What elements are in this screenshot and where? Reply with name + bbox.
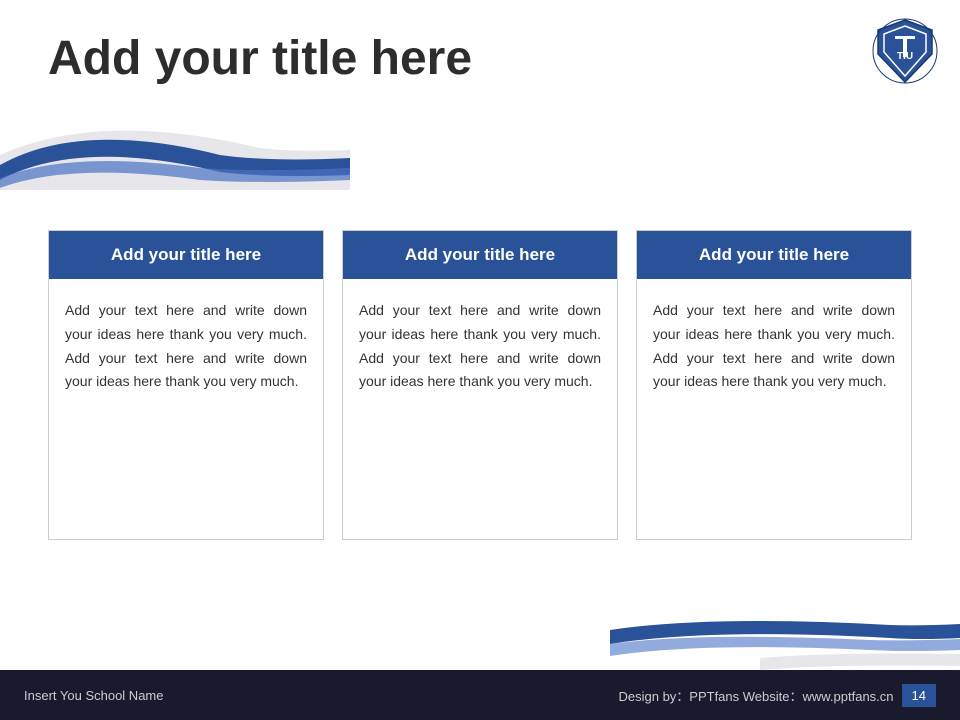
main-title: Add your title here [48, 30, 472, 88]
footer: Insert You School Name Design by：PPTfans… [0, 670, 960, 720]
card-2-body: Add your text here and write down your i… [343, 279, 617, 539]
card-1-header: Add your title here [49, 231, 323, 279]
card-3: Add your title here Add your text here a… [636, 230, 912, 540]
svg-text:TIU: TIU [897, 51, 913, 62]
card-3-body: Add your text here and write down your i… [637, 279, 911, 539]
logo: TIU [870, 16, 940, 86]
card-1: Add your title here Add your text here a… [48, 230, 324, 540]
card-2-header: Add your title here [343, 231, 617, 279]
cards-container: Add your title here Add your text here a… [48, 230, 912, 540]
footer-school-name: Insert You School Name [24, 688, 163, 703]
card-2: Add your title here Add your text here a… [342, 230, 618, 540]
top-decoration-svg [0, 100, 350, 190]
bottom-decoration-svg [610, 610, 960, 670]
footer-design-credit: Design by：PPTfans Website：www.pptfans.cn [618, 686, 893, 705]
footer-page-number: 14 [902, 684, 936, 707]
footer-right: Design by：PPTfans Website：www.pptfans.cn… [618, 684, 936, 707]
card-1-body: Add your text here and write down your i… [49, 279, 323, 539]
slide: TIU Add your title here Add your title h… [0, 0, 960, 720]
card-3-header: Add your title here [637, 231, 911, 279]
